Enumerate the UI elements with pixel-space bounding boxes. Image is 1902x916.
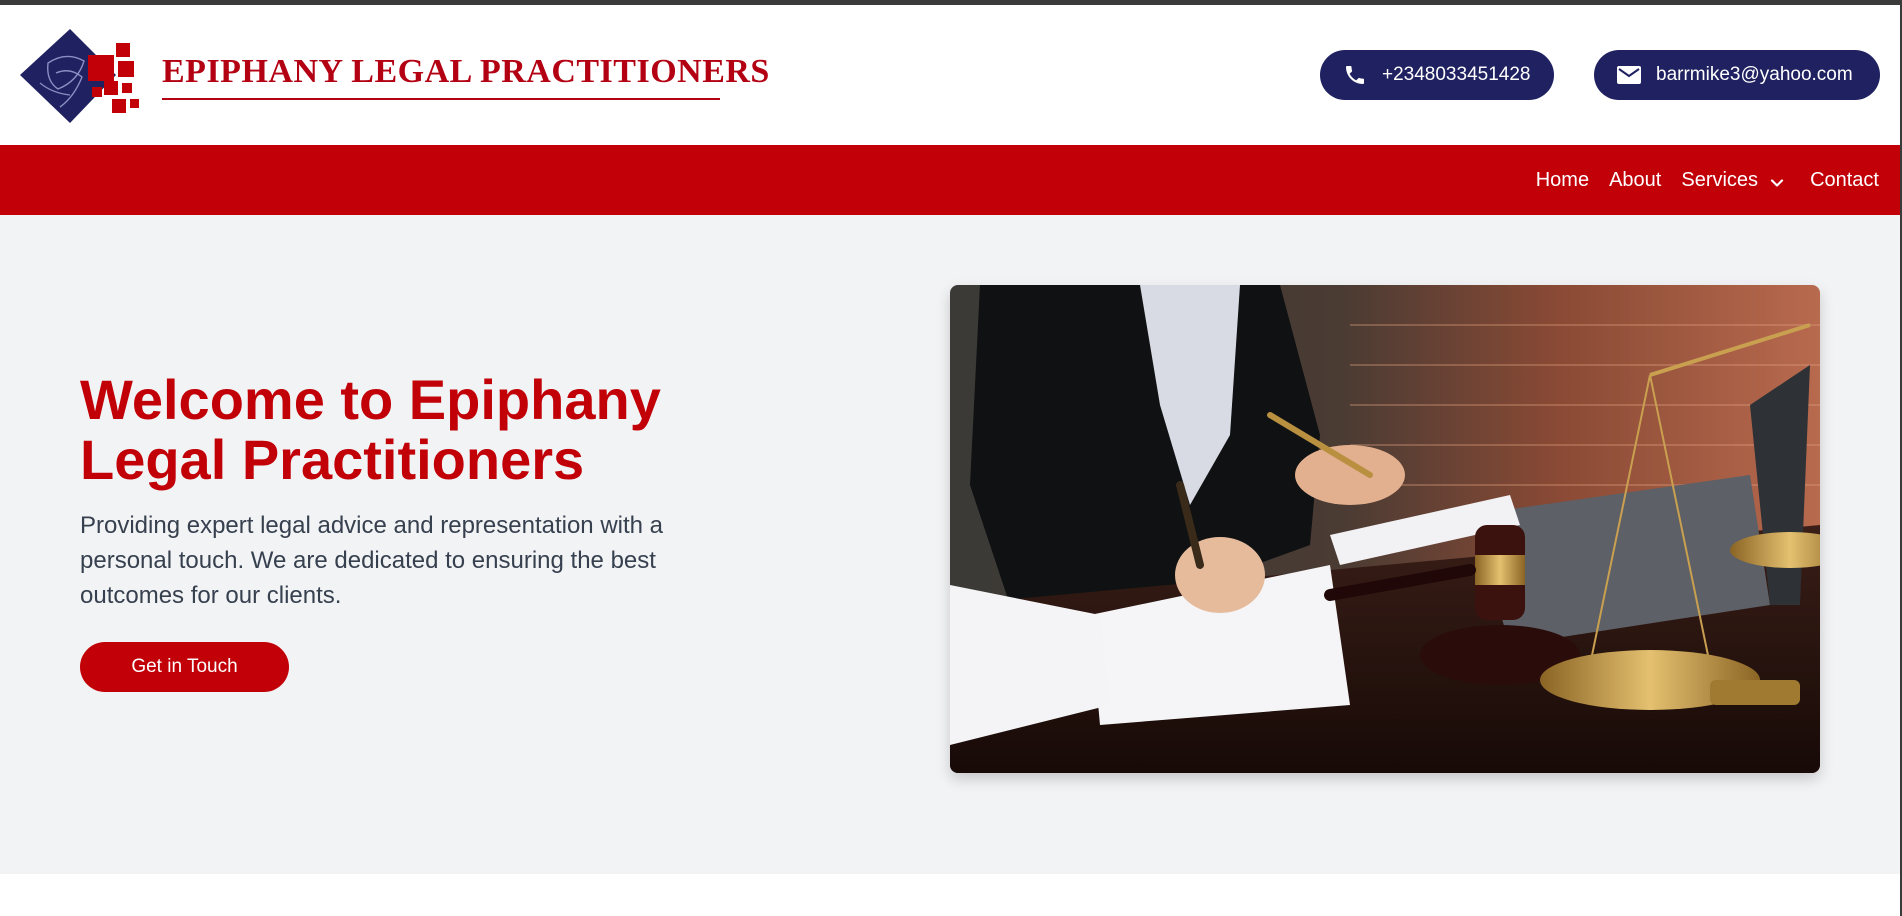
nav-contact[interactable]: Contact xyxy=(1810,169,1879,192)
nav-services-label: Services xyxy=(1681,168,1759,191)
site-header: EPIPHANY LEGAL PRACTITIONERS +2348033451… xyxy=(0,5,1900,145)
nav-about-label: About xyxy=(1609,168,1662,191)
page-bottom-area xyxy=(0,874,1900,916)
hero-title: Welcome to Epiphany Legal Practitioners xyxy=(80,368,661,491)
hero-section: Welcome to Epiphany Legal Practitioners … xyxy=(0,215,1900,874)
nav-contact-label: Contact xyxy=(1810,168,1879,191)
diamond-logo-icon[interactable] xyxy=(18,23,143,133)
brand-title[interactable]: EPIPHANY LEGAL PRACTITIONERS xyxy=(162,53,770,91)
nav-home-label: Home xyxy=(1535,168,1590,191)
phone-link[interactable]: +2348033451428 xyxy=(1320,50,1554,100)
nav-services-dropdown[interactable]: Services xyxy=(1681,169,1784,192)
chevron-down-icon xyxy=(1770,173,1784,187)
mail-icon xyxy=(1616,62,1642,88)
main-nav: Home About Services Contact xyxy=(0,145,1900,215)
email-link[interactable]: barrmike3@yahoo.com xyxy=(1594,50,1880,100)
nav-about[interactable]: About xyxy=(1609,169,1661,192)
phone-number: +2348033451428 xyxy=(1382,64,1531,85)
hero-photo xyxy=(950,285,1820,773)
phone-icon xyxy=(1342,62,1368,88)
hero-description: Providing expert legal advice and repres… xyxy=(80,512,664,609)
brand-underline xyxy=(162,98,720,100)
nav-home[interactable]: Home xyxy=(1536,169,1589,192)
get-in-touch-button[interactable]: Get in Touch xyxy=(80,642,289,692)
email-address: barrmike3@yahoo.com xyxy=(1656,64,1853,85)
